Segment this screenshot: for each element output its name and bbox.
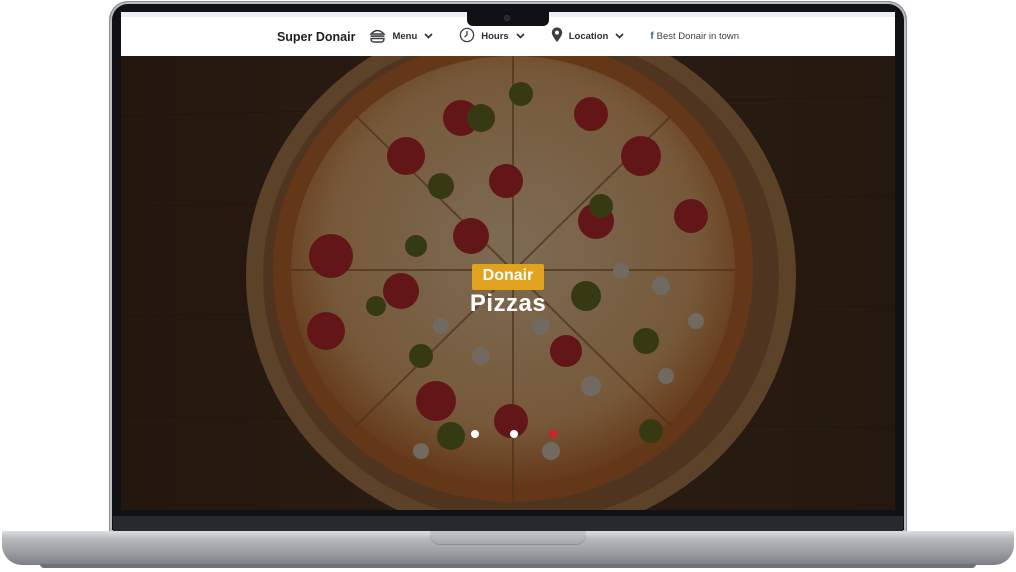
hero-badge: Donair	[471, 264, 545, 290]
nav-location-label: Location	[568, 31, 609, 42]
nav-hours-label: Hours	[481, 31, 509, 42]
map-pin-icon	[551, 27, 563, 46]
slider-dot-3[interactable]	[549, 430, 557, 438]
laptop-base-edge	[40, 564, 976, 568]
laptop-screen: Super Donair Menu Hours Location f Best …	[121, 12, 895, 510]
slider-dot-1[interactable]	[471, 430, 479, 438]
chevron-down-icon	[424, 32, 433, 41]
hero-caption: Donair Pizzas	[121, 264, 895, 318]
brand-title[interactable]: Super Donair	[277, 30, 356, 44]
nav-location[interactable]: Location	[551, 27, 625, 46]
laptop-chin	[113, 516, 903, 532]
facebook-link-label: Best Donair in town	[656, 31, 740, 42]
slider-dots	[121, 430, 895, 440]
chevron-down-icon	[516, 32, 525, 41]
chevron-down-icon	[615, 32, 624, 41]
camera-icon	[504, 15, 510, 21]
clock-icon	[459, 27, 475, 46]
nav-menu-label: Menu	[392, 31, 418, 42]
hero-title: Pizzas	[469, 290, 547, 317]
slider-dot-2[interactable]	[510, 430, 518, 438]
burger-icon	[369, 28, 387, 46]
hero-slider: Donair Pizzas	[121, 56, 895, 510]
nav-menu[interactable]: Menu	[369, 28, 433, 46]
laptop-opening-groove	[430, 531, 586, 544]
facebook-icon: f	[650, 31, 654, 42]
nav-hours[interactable]: Hours	[459, 27, 525, 46]
facebook-link[interactable]: f Best Donair in town	[650, 31, 739, 42]
camera-notch	[467, 12, 549, 26]
